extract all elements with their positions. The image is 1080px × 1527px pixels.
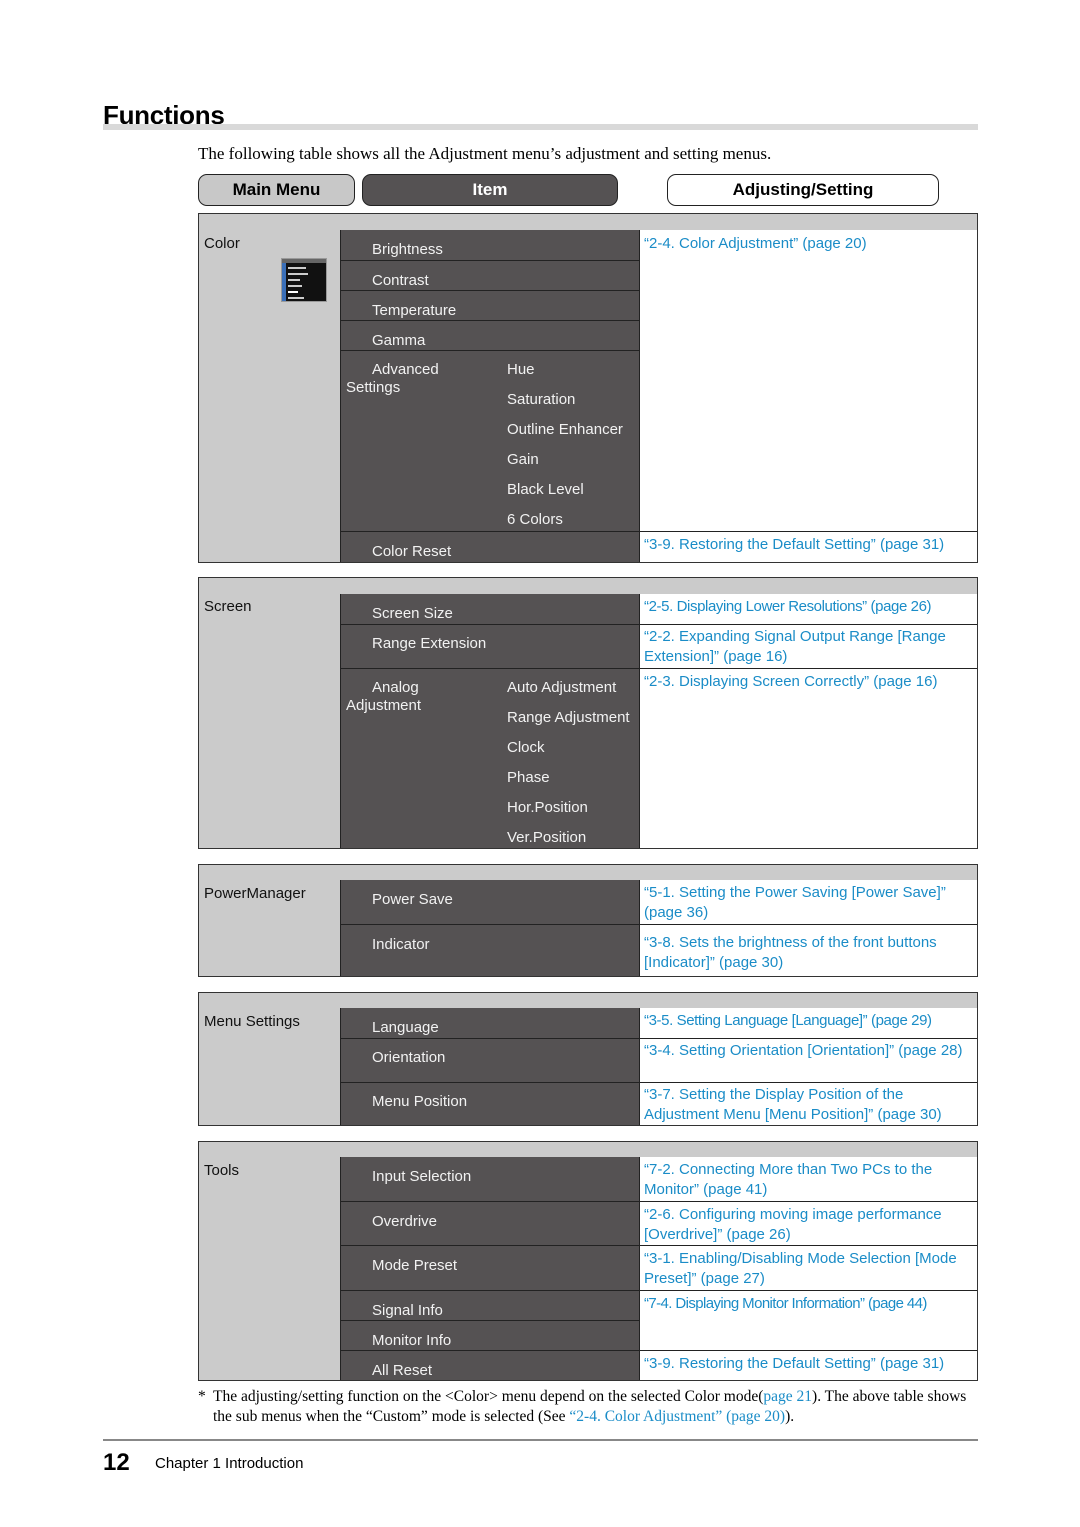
section-tools: Tools Input Selection Overdrive Mode Pre… [198,1141,978,1381]
item-row[interactable]: Range Extension [341,624,640,668]
title-underline [103,124,978,130]
item-row[interactable]: Menu Position [341,1082,640,1126]
page-number: 12 [103,1449,130,1476]
sub-item[interactable]: Phase [507,769,550,786]
header-main-menu: Main Menu [198,174,355,206]
sub-item[interactable]: Ver.Position [507,829,586,846]
sub-item[interactable]: Outline Enhancer [507,421,623,438]
reference-link[interactable]: “3-8. Sets the brightness of the front b… [644,933,973,973]
item-row[interactable]: All Reset [341,1350,640,1380]
sub-item[interactable]: Auto Adjustment [507,679,616,696]
section-color: Color Brightness Contrast Temperature Ga… [198,213,978,563]
sub-item[interactable]: Saturation [507,391,575,408]
main-menu-label: Color [204,235,240,252]
header-item: Item [362,174,618,206]
item-row[interactable]: Overdrive [341,1201,640,1245]
item-row[interactable]: Brightness [341,230,640,260]
item-row[interactable]: Signal Info [341,1290,640,1320]
adjusting-column: “3-5. Setting Language [Language]” (page… [639,1008,977,1125]
osd-menu-thumbnail-icon [281,258,327,302]
adjusting-column: “5-1. Setting the Power Saving [Power Sa… [639,880,977,976]
reference-link[interactable]: “7-4. Displaying Monitor Information” (p… [644,1294,973,1314]
item-row[interactable]: Power Save [341,880,640,924]
item-row[interactable]: Temperature [341,290,640,320]
footer-divider [103,1439,978,1441]
reference-link[interactable]: “3-9. Restoring the Default Setting” (pa… [644,535,973,555]
footnote-link-color-adjustment[interactable]: “2-4. Color Adjustment” (page 20) [569,1408,785,1425]
intro-text: The following table shows all the Adjust… [198,144,772,163]
sub-item[interactable]: Hor.Position [507,799,588,816]
item-column: Input Selection Overdrive Mode Preset Si… [340,1157,640,1380]
item-row[interactable]: Gamma [341,320,640,350]
item-column: Screen Size Range Extension Analog Adjus… [340,594,640,848]
sub-item[interactable]: Gain [507,451,539,468]
section-powermanager: PowerManager Power Save Indicator “5-1. … [198,864,978,977]
adjusting-column: “2-5. Displaying Lower Resolutions” (pag… [639,594,977,848]
item-column: Brightness Contrast Temperature Gamma Ad… [340,230,640,562]
reference-link[interactable]: “2-3. Displaying Screen Correctly” (page… [644,672,973,692]
reference-link[interactable]: “2-2. Expanding Signal Output Range [Ran… [644,627,973,667]
reference-link[interactable]: “2-5. Displaying Lower Resolutions” (pag… [644,597,973,617]
reference-link[interactable]: “3-7. Setting the Display Position of th… [644,1085,973,1125]
item-row[interactable]: Input Selection [341,1157,640,1201]
sub-item[interactable]: Clock [507,739,545,756]
item-row[interactable]: Screen Size [341,594,640,624]
main-menu-label: PowerManager [204,885,306,902]
sub-item[interactable]: Hue [507,361,535,378]
reference-link[interactable]: “3-1. Enabling/Disabling Mode Selection … [644,1249,973,1289]
item-row[interactable]: Color Reset [341,531,640,561]
reference-link[interactable]: “3-9. Restoring the Default Setting” (pa… [644,1354,973,1374]
sub-item[interactable]: Black Level [507,481,584,498]
item-row[interactable]: Orientation [341,1038,640,1082]
item-row[interactable]: Mode Preset [341,1245,640,1290]
item-row[interactable]: Indicator [341,924,640,976]
chapter-label: Chapter 1 Introduction [155,1455,304,1472]
header-adjusting-setting: Adjusting/Setting [667,174,939,206]
reference-link[interactable]: “2-6. Configuring moving image performan… [644,1205,973,1245]
section-menu-settings: Menu Settings Language Orientation Menu … [198,992,978,1126]
item-row[interactable]: Monitor Info [341,1320,640,1350]
reference-link[interactable]: “2-4. Color Adjustment” (page 20) [644,234,973,254]
footnote-link-page-21[interactable]: page 21 [763,1388,812,1405]
item-column: Language Orientation Menu Position [340,1008,640,1125]
reference-link[interactable]: “3-5. Setting Language [Language]” (page… [644,1011,973,1031]
item-row[interactable]: Language [341,1008,640,1038]
section-screen: Screen Screen Size Range Extension Analo… [198,577,978,849]
adjusting-column: “7-2. Connecting More than Two PCs to th… [639,1157,977,1380]
footnote: * The adjusting/setting function on the … [198,1388,967,1425]
main-menu-label: Menu Settings [204,1013,300,1030]
reference-link[interactable]: “5-1. Setting the Power Saving [Power Sa… [644,883,973,923]
item-column: Power Save Indicator [340,880,640,976]
main-menu-label: Screen [204,598,252,615]
reference-link[interactable]: “3-4. Setting Orientation [Orientation]”… [644,1041,973,1061]
adjusting-column: “2-4. Color Adjustment” (page 20) “3-9. … [639,230,977,562]
sub-item[interactable]: 6 Colors [507,511,563,528]
main-menu-label: Tools [204,1162,240,1179]
reference-link[interactable]: “7-2. Connecting More than Two PCs to th… [644,1160,973,1200]
sub-item[interactable]: Range Adjustment [507,709,630,726]
item-row-advanced-settings[interactable]: Advanced Settings Hue Saturation Outline… [341,350,640,531]
item-row[interactable]: Contrast [341,260,640,290]
item-row-analog-adjustment[interactable]: Analog Adjustment Auto Adjustment Range … [341,668,640,848]
